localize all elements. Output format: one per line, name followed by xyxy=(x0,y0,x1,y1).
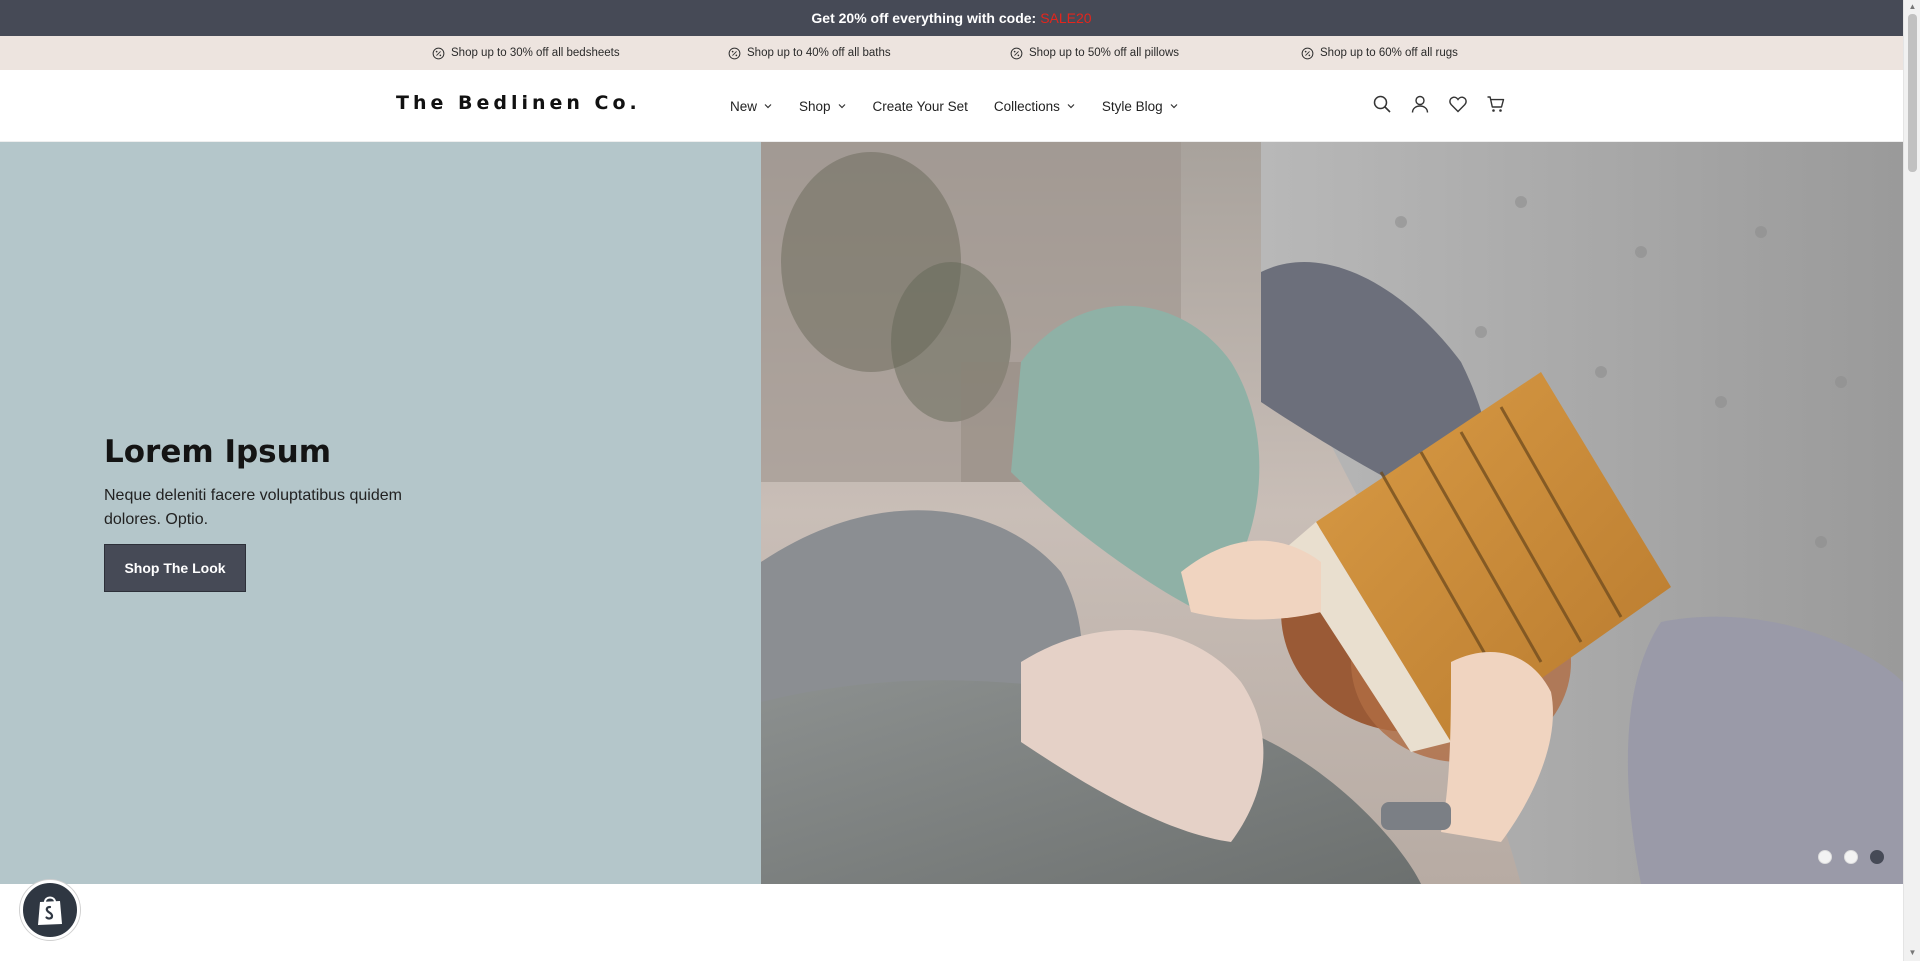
discount-badge-icon xyxy=(1301,47,1314,59)
nav-item-new[interactable]: New xyxy=(730,99,773,114)
shop-the-look-button[interactable]: Shop The Look xyxy=(104,544,246,592)
nav-item-create-your-set[interactable]: Create Your Set xyxy=(873,99,968,114)
promo-label: Shop up to 60% off all rugs xyxy=(1320,47,1458,59)
main-nav: New Shop Create Your Set Collections Sty… xyxy=(730,70,1179,142)
hero-image xyxy=(761,142,1903,884)
hero-slideshow: Lorem Ipsum Neque deleniti facere volupt… xyxy=(0,142,1903,884)
chevron-down-icon xyxy=(1067,104,1075,109)
chevron-down-icon xyxy=(1170,104,1178,109)
announcement-text: Get 20% off everything with code: xyxy=(811,10,1037,26)
scroll-thumb[interactable] xyxy=(1908,14,1917,172)
site-header: The Bedlinen Co. New Shop Create Your Se… xyxy=(0,70,1903,142)
nav-label: New xyxy=(730,98,758,114)
promo-item-rugs[interactable]: Shop up to 60% off all rugs xyxy=(1301,36,1458,70)
search-icon[interactable] xyxy=(1372,94,1392,114)
discount-badge-icon xyxy=(1010,47,1023,59)
promo-code: SALE20 xyxy=(1040,10,1092,26)
promo-label: Shop up to 30% off all bedsheets xyxy=(451,47,620,59)
nav-item-collections[interactable]: Collections xyxy=(994,99,1076,114)
nav-item-shop[interactable]: Shop xyxy=(799,99,847,114)
promo-strip: Shop up to 30% off all bedsheets Shop up… xyxy=(0,36,1903,70)
hero-description: Neque deleniti facere voluptatibus quide… xyxy=(104,487,402,528)
promo-label: Shop up to 50% off all pillows xyxy=(1029,47,1180,59)
bedroom-reading-photo xyxy=(761,142,1903,884)
nav-label: Create Your Set xyxy=(872,98,968,114)
nav-label: Collections xyxy=(993,98,1060,114)
site-logo[interactable]: The Bedlinen Co. xyxy=(396,92,641,114)
nav-item-style-blog[interactable]: Style Blog xyxy=(1102,99,1179,114)
chevron-down-icon xyxy=(838,104,845,109)
hero-title: Lorem Ipsum xyxy=(104,434,332,470)
promo-item-pillows[interactable]: Shop up to 50% off all pillows xyxy=(1010,36,1179,70)
chevron-down-icon xyxy=(764,104,772,109)
hero-text-panel: Lorem Ipsum Neque deleniti facere volupt… xyxy=(0,142,761,884)
scroll-down-arrow-icon[interactable]: ▼ xyxy=(1908,948,1917,957)
nav-label: Shop xyxy=(799,98,831,114)
header-icons xyxy=(1372,94,1506,114)
discount-badge-icon xyxy=(728,47,741,59)
promo-item-baths[interactable]: Shop up to 40% off all baths xyxy=(728,36,891,70)
slide-dot-1[interactable] xyxy=(1818,850,1832,864)
account-icon[interactable] xyxy=(1410,94,1430,114)
promo-item-bedsheets[interactable]: Shop up to 30% off all bedsheets xyxy=(432,36,620,70)
nav-label: Style Blog xyxy=(1101,98,1163,114)
wishlist-heart-icon[interactable] xyxy=(1448,94,1468,114)
page-scrollbar[interactable]: ▲ ▼ xyxy=(1903,0,1920,961)
discount-badge-icon xyxy=(432,47,445,59)
scroll-up-arrow-icon[interactable]: ▲ xyxy=(1908,2,1917,11)
shopify-bag-icon[interactable] xyxy=(20,880,80,940)
announcement-bar: Get 20% off everything with code: SALE20 xyxy=(0,0,1903,36)
promo-label: Shop up to 40% off all baths xyxy=(747,47,891,59)
slide-dot-3[interactable] xyxy=(1870,850,1884,864)
slideshow-dots xyxy=(1818,850,1884,864)
slide-dot-2[interactable] xyxy=(1844,850,1858,864)
cart-icon[interactable] xyxy=(1486,94,1506,114)
